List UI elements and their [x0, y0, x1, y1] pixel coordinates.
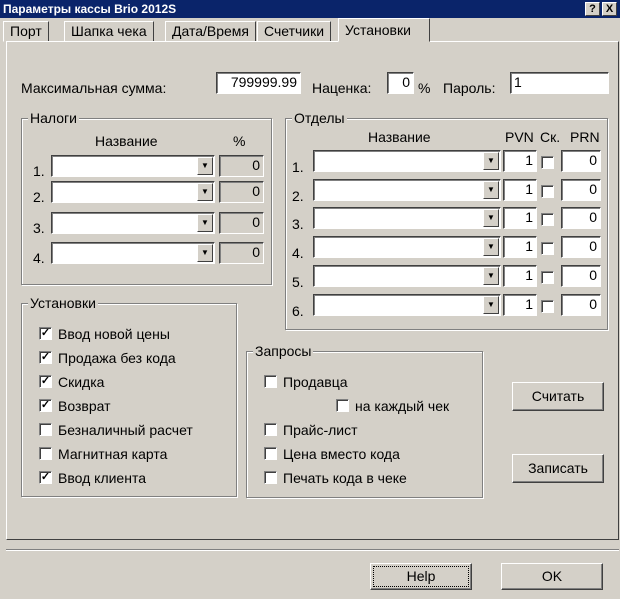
- checkbox[interactable]: [336, 399, 349, 412]
- checkbox[interactable]: [39, 423, 52, 436]
- department-name-dropdown[interactable]: ▼: [313, 294, 501, 316]
- tax-pct-field[interactable]: 0: [219, 155, 264, 177]
- tax-name-dropdown[interactable]: ▼: [51, 212, 215, 234]
- department-prn-field[interactable]: 0: [561, 265, 601, 287]
- department-name-dropdown[interactable]: ▼: [313, 265, 501, 287]
- write-button[interactable]: Записать: [512, 454, 604, 483]
- tax-name-dropdown[interactable]: ▼: [51, 181, 215, 203]
- tab-date-time[interactable]: Дата/Время: [165, 21, 257, 42]
- department-discount-checkbox[interactable]: [541, 242, 554, 255]
- chevron-down-icon[interactable]: ▼: [483, 296, 499, 314]
- password-label: Пароль:: [443, 80, 496, 96]
- tab-receipt-header[interactable]: Шапка чека: [64, 21, 154, 42]
- chevron-down-icon[interactable]: ▼: [197, 183, 213, 201]
- department-name-dropdown[interactable]: ▼: [313, 207, 501, 229]
- department-row-num: 5.: [292, 274, 304, 290]
- chevron-down-icon[interactable]: ▼: [197, 157, 213, 175]
- department-name-dropdown[interactable]: ▼: [313, 150, 501, 172]
- department-discount-checkbox[interactable]: [541, 213, 554, 226]
- department-pvn-field[interactable]: 1: [503, 179, 537, 201]
- tab-counters[interactable]: Счетчики: [257, 21, 332, 42]
- markup-unit: %: [418, 80, 431, 96]
- checkbox[interactable]: ✓: [39, 327, 52, 340]
- checkbox[interactable]: ✓: [39, 471, 52, 484]
- department-row-num: 3.: [292, 216, 304, 232]
- taxes-title: Налоги: [28, 110, 79, 126]
- checkbox[interactable]: [264, 471, 277, 484]
- markup-field[interactable]: 0: [387, 72, 414, 94]
- tax-row-num: 3.: [33, 220, 45, 236]
- department-name-dropdown[interactable]: ▼: [313, 179, 501, 201]
- tax-pct-field[interactable]: 0: [219, 212, 264, 234]
- chevron-down-icon[interactable]: ▼: [197, 244, 213, 262]
- help-title-icon[interactable]: ?: [585, 2, 600, 16]
- chevron-down-icon[interactable]: ▼: [483, 181, 499, 199]
- checkbox[interactable]: ✓: [39, 375, 52, 388]
- chevron-down-icon[interactable]: ▼: [483, 238, 499, 256]
- department-row-num: 4.: [292, 245, 304, 261]
- department-pvn-field[interactable]: 1: [503, 265, 537, 287]
- department-prn-field[interactable]: 0: [561, 179, 601, 201]
- department-discount-checkbox[interactable]: [541, 300, 554, 313]
- checkbox[interactable]: [264, 423, 277, 436]
- help-button[interactable]: Help: [370, 563, 472, 590]
- tax-name-dropdown[interactable]: ▼: [51, 155, 215, 177]
- read-button[interactable]: Считать: [512, 382, 604, 411]
- departments-col-prn: PRN: [570, 129, 600, 145]
- department-discount-checkbox[interactable]: [541, 156, 554, 169]
- markup-label: Наценка:: [312, 80, 372, 96]
- max-sum-field[interactable]: 799999.99: [216, 72, 301, 94]
- checkbox[interactable]: ✓: [39, 399, 52, 412]
- department-prn-field[interactable]: 0: [561, 150, 601, 172]
- tax-pct-field[interactable]: 0: [219, 181, 264, 203]
- taxes-col-pct: %: [233, 133, 246, 149]
- taxes-col-name: Название: [95, 133, 158, 149]
- tax-name-dropdown[interactable]: ▼: [51, 242, 215, 264]
- chevron-down-icon[interactable]: ▼: [197, 214, 213, 232]
- title-bar: Параметры кассы Brio 2012S ? X: [0, 0, 620, 18]
- checkbox[interactable]: [264, 375, 277, 388]
- department-discount-checkbox[interactable]: [541, 271, 554, 284]
- checkbox[interactable]: [39, 447, 52, 460]
- divider: [6, 549, 619, 551]
- department-row-num: 2.: [292, 188, 304, 204]
- departments-col-pvn: PVN: [505, 129, 534, 145]
- department-pvn-field[interactable]: 1: [503, 294, 537, 316]
- tax-row-num: 4.: [33, 250, 45, 266]
- department-prn-field[interactable]: 0: [561, 207, 601, 229]
- tab-settings[interactable]: Установки: [338, 18, 430, 42]
- department-prn-field[interactable]: 0: [561, 236, 601, 258]
- chevron-down-icon[interactable]: ▼: [483, 209, 499, 227]
- ok-button[interactable]: OK: [501, 563, 603, 590]
- chevron-down-icon[interactable]: ▼: [483, 267, 499, 285]
- settings-dialog: Параметры кассы Brio 2012S ? X Порт Шапк…: [0, 0, 620, 599]
- max-sum-label: Максимальная сумма:: [21, 80, 167, 96]
- department-pvn-field[interactable]: 1: [503, 236, 537, 258]
- departments-title: Отделы: [292, 110, 347, 126]
- checkbox[interactable]: ✓: [39, 351, 52, 364]
- checkbox[interactable]: [264, 447, 277, 460]
- window-title: Параметры кассы Brio 2012S: [3, 2, 177, 16]
- department-row-num: 1.: [292, 159, 304, 175]
- tax-row-num: 1.: [33, 163, 45, 179]
- departments-col-sk: Ск.: [540, 129, 561, 145]
- tax-row-num: 2.: [33, 189, 45, 205]
- tab-port[interactable]: Порт: [3, 21, 49, 42]
- department-row-num: 6.: [292, 303, 304, 319]
- departments-col-name: Название: [368, 129, 431, 145]
- password-field[interactable]: 1: [510, 72, 609, 94]
- chevron-down-icon[interactable]: ▼: [483, 152, 499, 170]
- close-icon[interactable]: X: [602, 2, 617, 16]
- department-prn-field[interactable]: 0: [561, 294, 601, 316]
- department-pvn-field[interactable]: 1: [503, 150, 537, 172]
- settings-title: Установки: [28, 295, 98, 311]
- tax-pct-field[interactable]: 0: [219, 242, 264, 264]
- department-discount-checkbox[interactable]: [541, 185, 554, 198]
- requests-title: Запросы: [253, 343, 314, 359]
- department-name-dropdown[interactable]: ▼: [313, 236, 501, 258]
- department-pvn-field[interactable]: 1: [503, 207, 537, 229]
